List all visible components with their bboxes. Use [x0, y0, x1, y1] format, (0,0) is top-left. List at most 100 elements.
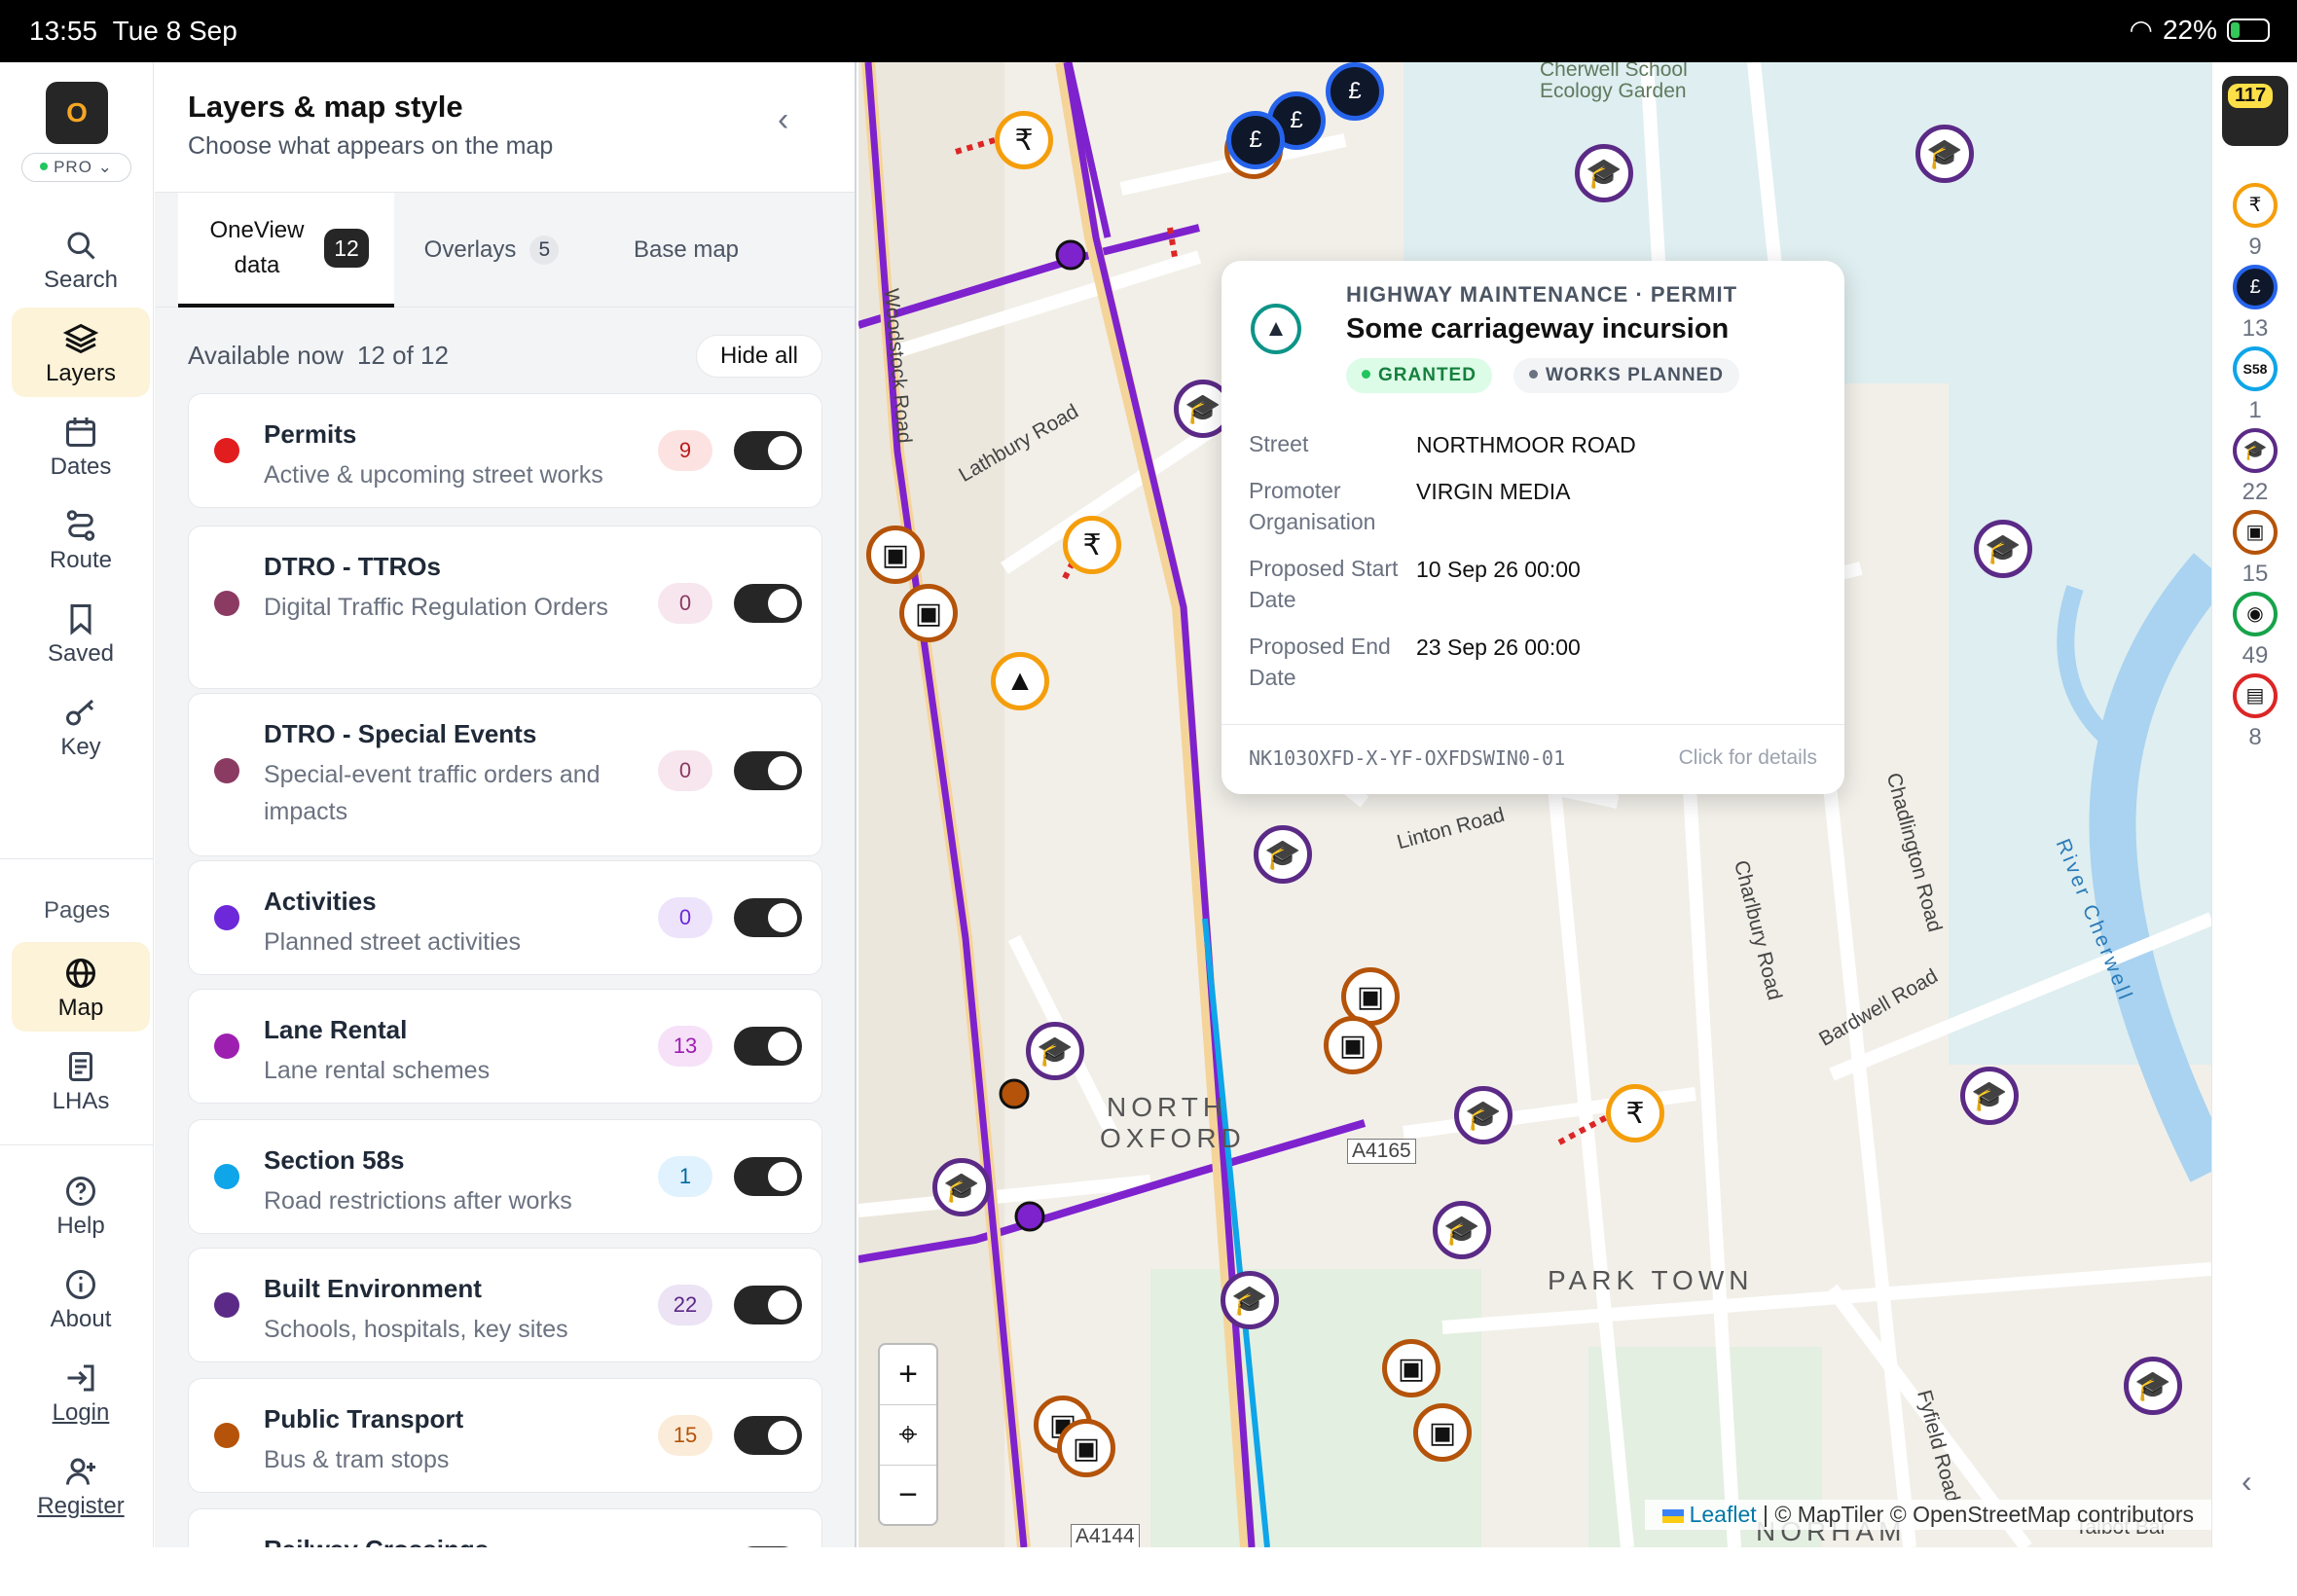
layer-description: Planned street activities — [264, 928, 522, 956]
app-logo[interactable]: O — [46, 82, 108, 144]
layer-card[interactable]: Section 58s Road restrictions after works… — [188, 1119, 822, 1234]
school-marker[interactable]: 🎓 — [1454, 1086, 1513, 1144]
nav-lhas[interactable]: LHAs — [12, 1035, 150, 1125]
tab-count: 5 — [529, 236, 560, 265]
school-marker[interactable]: 🎓 — [1974, 520, 2032, 578]
legend-item[interactable]: £13 — [2212, 265, 2297, 343]
nav-dates[interactable]: Dates — [12, 401, 150, 490]
layer-toggle[interactable] — [734, 1546, 802, 1547]
wifi-icon: ◠ — [2129, 15, 2153, 45]
field-label: Proposed End Date — [1249, 634, 1391, 690]
nav-search[interactable]: Search — [12, 214, 150, 304]
layer-toggle[interactable] — [734, 1416, 802, 1455]
zoom-controls: + ⌖ − — [878, 1343, 938, 1526]
add-user-icon — [66, 1458, 95, 1485]
available-summary: Available now 12 of 12 — [188, 341, 449, 370]
layer-toggle[interactable] — [734, 1157, 802, 1196]
legend-item[interactable]: S58 1 — [2212, 346, 2297, 424]
school-marker[interactable]: 🎓 — [932, 1158, 991, 1216]
nav-help[interactable]: Help — [12, 1160, 150, 1250]
train-icon: ▤ — [2233, 673, 2278, 718]
layer-toggle[interactable] — [734, 898, 802, 937]
school-marker[interactable]: 🎓 — [2124, 1357, 2182, 1415]
compass-button[interactable]: ⌖ — [880, 1405, 936, 1466]
field-value: NORTHMOOR ROAD — [1416, 432, 1636, 457]
permit-marker[interactable]: ₹ — [995, 111, 1053, 169]
school-marker[interactable]: 🎓 — [1026, 1022, 1084, 1080]
layer-description: Digital Traffic Regulation Orders — [264, 594, 608, 621]
s58-icon: S58 — [2233, 346, 2278, 391]
layer-card[interactable]: DTRO - Special Events Special-event traff… — [188, 693, 822, 856]
nav-route[interactable]: Route — [12, 494, 150, 584]
zoom-out-button[interactable]: − — [880, 1466, 936, 1526]
layer-toggle[interactable] — [734, 584, 802, 623]
layer-toggle[interactable] — [734, 1027, 802, 1066]
layer-card[interactable]: Built Environment Schools, hospitals, key… — [188, 1248, 822, 1362]
legend-count: 13 — [2242, 315, 2269, 342]
nav-register[interactable]: Register — [12, 1440, 150, 1530]
bus-stop-marker[interactable]: ▣ — [1382, 1339, 1440, 1397]
popup-footer: NK103OXFD-X-YF-OXFDSWIN0-01 Click for de… — [1221, 724, 1844, 794]
school-marker[interactable]: 🎓 — [1254, 825, 1312, 884]
lane-rental-marker[interactable]: £ — [1226, 111, 1285, 169]
legend-item[interactable]: ₹9 — [2212, 183, 2297, 261]
nav-key[interactable]: Key — [12, 681, 150, 771]
zoom-in-button[interactable]: + — [880, 1345, 936, 1405]
school-marker[interactable]: 🎓 — [1915, 125, 1974, 183]
school-marker[interactable]: 🎓 — [1221, 1271, 1279, 1329]
panel-subtitle: Choose what appears on the map — [188, 132, 554, 160]
school-marker[interactable]: 🎓 — [1960, 1067, 2019, 1125]
details-link[interactable]: Click for details — [1679, 746, 1817, 770]
hide-all-button[interactable]: Hide all — [696, 335, 822, 378]
nav-rail: O PRO ⌄ Search Layers Dates Route Saved … — [0, 62, 154, 1547]
legend-toggle-button[interactable]: 117 — [2222, 76, 2288, 146]
permit-marker[interactable]: ₹ — [1606, 1084, 1664, 1143]
legend-item[interactable]: ◉ 49 — [2212, 592, 2297, 670]
school-icon: 🎓 — [2233, 428, 2278, 473]
layer-card[interactable]: Lane Rental Lane rental schemes 13 — [188, 989, 822, 1104]
collapse-panel-button[interactable]: ‹ — [778, 101, 788, 139]
layer-name: DTRO - Special Events — [264, 719, 537, 748]
layer-toggle[interactable] — [734, 431, 802, 470]
tab-overlays[interactable]: Overlays 5 — [394, 193, 589, 308]
layer-name: Activities — [264, 887, 377, 916]
plan-badge[interactable]: PRO ⌄ — [21, 153, 131, 182]
tab-oneview-data[interactable]: OneView data 12 — [178, 193, 394, 308]
bus-stop-marker[interactable]: ▣ — [1413, 1403, 1472, 1462]
nav-about[interactable]: About — [12, 1253, 150, 1343]
expand-legend-button[interactable]: ‹ — [2242, 1464, 2252, 1500]
permit-marker[interactable]: ₹ — [1063, 516, 1121, 574]
school-marker[interactable]: 🎓 — [1433, 1201, 1491, 1259]
bus-stop-marker[interactable]: ▣ — [866, 526, 925, 584]
layer-count-badge: 0 — [658, 750, 712, 791]
layer-count-badge: 13 — [658, 1026, 712, 1067]
layer-color-dot — [214, 1423, 239, 1448]
layer-card[interactable]: Activities Planned street activities 0 — [188, 860, 822, 975]
lane-rental-marker[interactable]: £ — [1326, 62, 1384, 121]
legend-item[interactable]: 🎓 22 — [2212, 428, 2297, 506]
bus-stop-marker[interactable]: ▣ — [1324, 1016, 1382, 1074]
layer-card[interactable]: Public Transport Bus & tram stops 15 — [188, 1378, 822, 1493]
layer-toggle[interactable] — [734, 751, 802, 790]
legend-item[interactable]: ▣ 15 — [2212, 510, 2297, 588]
nav-saved[interactable]: Saved — [12, 588, 150, 677]
bus-stop-marker[interactable]: ▣ — [1057, 1419, 1115, 1477]
bus-stop-marker[interactable]: ▣ — [899, 584, 958, 642]
layer-card[interactable]: Railway Crossings — [188, 1508, 822, 1547]
permit-popup[interactable]: ▲ HIGHWAY MAINTENANCE · PERMIT Some carr… — [1221, 261, 1844, 794]
leaflet-link[interactable]: Leaflet — [1690, 1502, 1757, 1527]
layer-color-dot — [214, 1164, 239, 1189]
layer-toggle[interactable] — [734, 1286, 802, 1324]
field-label: Promoter Organisation — [1249, 478, 1376, 534]
nav-login[interactable]: Login — [12, 1347, 150, 1436]
works-marker[interactable]: ▲ — [991, 652, 1049, 710]
chevron-left-icon: ‹ — [2242, 1464, 2252, 1499]
legend-item[interactable]: ▤ 8 — [2212, 673, 2297, 751]
school-marker[interactable]: 🎓 — [1575, 144, 1633, 202]
layer-card[interactable]: DTRO - TTROs Digital Traffic Regulation O… — [188, 526, 822, 689]
nav-layers[interactable]: Layers — [12, 308, 150, 397]
nav-map[interactable]: Map — [12, 942, 150, 1032]
tab-base-map[interactable]: Base map — [589, 193, 784, 308]
layer-card[interactable]: Permits Active & upcoming street works 9 — [188, 393, 822, 508]
document-icon — [69, 1052, 92, 1081]
